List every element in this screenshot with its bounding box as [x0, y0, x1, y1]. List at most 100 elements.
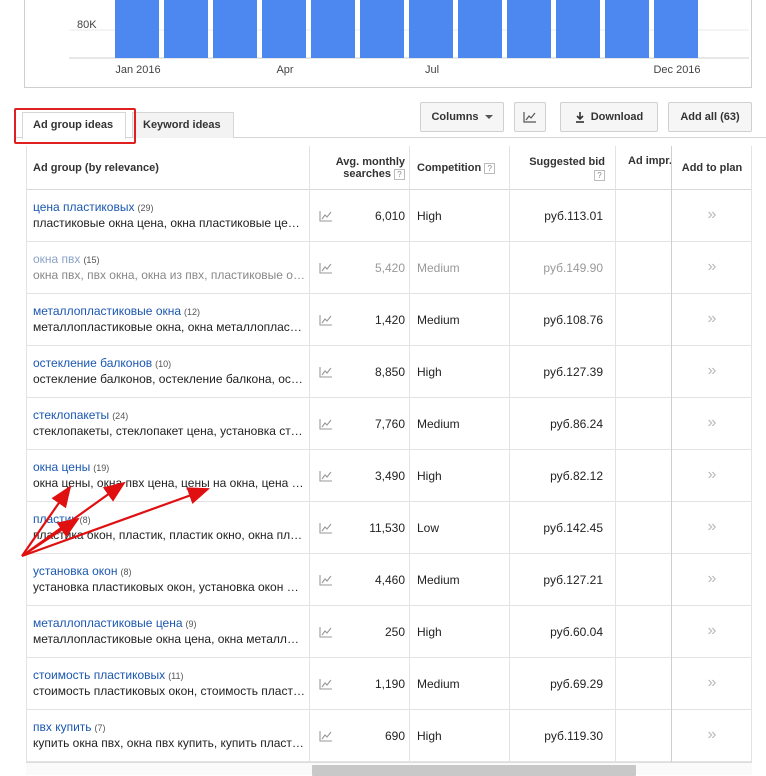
competition-value: High [417, 209, 442, 223]
ad-group-link[interactable]: металлопластиковые окна [33, 304, 181, 318]
suggested-bid-value: руб.82.12 [550, 469, 603, 483]
trend-chart-icon[interactable] [319, 418, 333, 430]
trend-cell[interactable] [311, 606, 341, 658]
header-ad-impressions[interactable]: Ad impr. [628, 146, 672, 190]
ad-group-keywords: стоимость пластиковых окон, стоимость пл… [33, 684, 305, 698]
ad-group-link[interactable]: металлопластиковые цена [33, 616, 183, 630]
chart-bar[interactable] [458, 0, 502, 58]
trend-chart-icon[interactable] [319, 678, 333, 690]
header-avg-monthly-searches[interactable]: Avg. monthly searches? [317, 146, 405, 190]
chart-bar[interactable] [605, 0, 649, 58]
ad-group-link[interactable]: установка окон [33, 564, 117, 578]
ad-group-link[interactable]: окна пвх [33, 252, 80, 266]
trend-chart-icon[interactable] [319, 366, 333, 378]
column-divider [309, 146, 310, 762]
columns-button-label: Columns [431, 111, 479, 123]
horizontal-scrollbar[interactable] [26, 762, 752, 776]
ad-group-cell: металлопластиковые цена (9) металлопласти… [33, 606, 309, 658]
add-to-plan-button[interactable]: » [673, 450, 751, 502]
column-divider [671, 146, 672, 762]
header-suggested-bid[interactable]: Suggested bid ? [513, 146, 605, 190]
ad-group-count: (11) [168, 671, 184, 681]
ad-group-link[interactable]: остекление балконов [33, 356, 152, 370]
ad-group-count: (12) [184, 307, 201, 317]
add-to-plan-button[interactable]: » [673, 554, 751, 606]
add-to-plan-button[interactable]: » [673, 710, 751, 762]
ad-group-keywords: окна цены, окна пвх цена, цены на окна, … [33, 476, 305, 490]
chart-bar[interactable] [409, 0, 453, 58]
suggested-bid-value: руб.119.30 [544, 729, 603, 743]
ad-group-link[interactable]: пластик [33, 512, 77, 526]
add-to-plan-button[interactable]: » [673, 398, 751, 450]
chart-bar[interactable] [262, 0, 306, 58]
avg-monthly-searches-value: 3,490 [374, 469, 405, 483]
trend-cell[interactable] [311, 398, 341, 450]
trend-chart-icon[interactable] [319, 730, 333, 742]
ad-group-link[interactable]: цена пластиковых [33, 200, 134, 214]
trend-chart-icon[interactable] [319, 210, 333, 222]
ad-group-link[interactable]: окна цены [33, 460, 90, 474]
help-icon[interactable]: ? [394, 168, 405, 180]
chart-bar[interactable] [360, 0, 404, 58]
ad-group-link[interactable]: стоимость пластиковых [33, 668, 165, 682]
x-axis-tick-jan: Jan 2016 [115, 64, 161, 76]
scrollbar-thumb[interactable] [312, 765, 636, 776]
trend-cell[interactable] [311, 658, 341, 710]
trend-cell[interactable] [311, 450, 341, 502]
ad-group-link[interactable]: стеклопакеты [33, 408, 109, 422]
chart-bar[interactable] [164, 0, 208, 58]
trend-chart-icon[interactable] [319, 470, 333, 482]
ad-group-count: (8) [79, 515, 91, 525]
trend-cell[interactable] [311, 242, 341, 294]
add-to-plan-button[interactable]: » [673, 242, 751, 294]
ad-group-link[interactable]: пвх купить [33, 720, 92, 734]
header-competition[interactable]: Competition? [417, 146, 513, 190]
tab-ad-group-ideas[interactable]: Ad group ideas [22, 112, 126, 139]
ad-group-keywords: окна пвх, пвх окна, окна из пвх, пластик… [33, 268, 305, 282]
chart-toggle-button[interactable] [514, 102, 546, 132]
trend-cell[interactable] [311, 554, 341, 606]
trend-chart-icon[interactable] [319, 262, 333, 274]
header-ad-impr-label: Ad impr. [628, 155, 672, 167]
column-divider [409, 146, 410, 762]
chart-bar[interactable] [654, 0, 698, 58]
add-to-plan-button[interactable]: » [673, 658, 751, 710]
add-to-plan-button[interactable]: » [673, 606, 751, 658]
chart-bar[interactable] [213, 0, 257, 58]
add-to-plan-button[interactable]: » [673, 294, 751, 346]
download-button[interactable]: Download [560, 102, 658, 132]
table-row: цена пластиковых (29) пластиковые окна це… [27, 190, 751, 242]
column-divider [509, 146, 510, 762]
trend-chart-icon[interactable] [319, 314, 333, 326]
avg-monthly-searches-value: 4,460 [374, 573, 405, 587]
chart-bar[interactable] [507, 0, 551, 58]
help-icon[interactable]: ? [484, 162, 496, 174]
add-to-plan-button[interactable]: » [673, 190, 751, 242]
ad-group-keywords: стеклопакеты, стеклопакет цена, установк… [33, 424, 305, 438]
chart-bar[interactable] [115, 0, 159, 58]
trend-cell[interactable] [311, 190, 341, 242]
suggested-bid-value: руб.113.01 [544, 209, 603, 223]
trend-chart-icon[interactable] [319, 626, 333, 638]
trend-cell[interactable] [311, 502, 341, 554]
help-icon[interactable]: ? [594, 169, 605, 181]
tab-keyword-ideas[interactable]: Keyword ideas [132, 112, 234, 138]
header-ad-group[interactable]: Ad group (by relevance) [33, 146, 303, 190]
ad-group-count: (15) [83, 255, 100, 265]
chart-bar[interactable] [556, 0, 600, 58]
table-row: окна пвх (15) окна пвх, пвх окна, окна из… [27, 242, 751, 294]
trend-chart-icon[interactable] [319, 574, 333, 586]
add-to-plan-button[interactable]: » [673, 502, 751, 554]
add-all-button[interactable]: Add all (63) [668, 102, 752, 132]
competition-value: Medium [417, 677, 460, 691]
header-add-to-plan: Add to plan [673, 146, 751, 190]
trend-cell[interactable] [311, 346, 341, 398]
add-to-plan-button[interactable]: » [673, 346, 751, 398]
trend-cell[interactable] [311, 710, 341, 762]
columns-button[interactable]: Columns [420, 102, 504, 132]
trend-cell[interactable] [311, 294, 341, 346]
chart-bar[interactable] [311, 0, 355, 58]
y-axis-tick-label: 80K [77, 19, 97, 31]
download-button-label: Download [590, 111, 644, 123]
trend-chart-icon[interactable] [319, 522, 333, 534]
